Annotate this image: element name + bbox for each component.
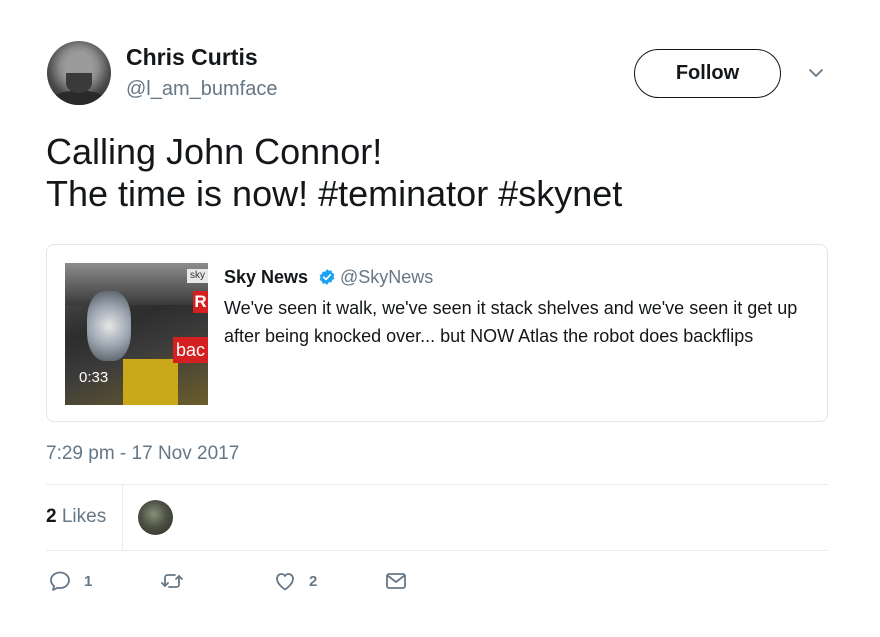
sky-logo: sky <box>187 269 208 283</box>
liker-avatar[interactable] <box>138 500 173 535</box>
envelope-icon <box>386 573 406 589</box>
tweet-text-line-2: The time is now! #teminator #skynet <box>46 173 623 214</box>
stats-divider-bottom <box>46 550 828 551</box>
thumbnail-overlay-text-1: R <box>193 291 208 313</box>
quoted-author-name[interactable]: Sky News <box>224 267 308 288</box>
thumbnail-overlay-text-2: bac <box>173 337 208 363</box>
stats-vertical-divider <box>122 485 123 550</box>
tweet-timestamp[interactable]: 7:29 pm - 17 Nov 2017 <box>46 443 239 465</box>
quoted-author-handle[interactable]: @SkyNews <box>340 267 433 288</box>
thumbnail-yellow-block <box>123 359 178 405</box>
author-avatar[interactable] <box>47 41 111 105</box>
retweet-button[interactable] <box>160 569 196 593</box>
stats-divider-top <box>46 484 828 485</box>
like-button[interactable]: 2 <box>273 569 317 593</box>
reply-button[interactable]: 1 <box>48 569 92 593</box>
heart-icon <box>276 573 294 591</box>
tweet-text-line-1: Calling John Connor! <box>46 131 383 172</box>
likes-number: 2 <box>46 506 57 527</box>
avatar-shirt <box>53 91 105 105</box>
thumbnail-robot <box>87 291 131 361</box>
author-display-name[interactable]: Chris Curtis <box>126 44 258 71</box>
follow-button[interactable]: Follow <box>634 49 781 98</box>
like-count: 2 <box>309 572 318 590</box>
video-duration: 0:33 <box>79 369 109 386</box>
direct-message-button[interactable] <box>384 569 408 593</box>
reply-count: 1 <box>84 572 93 590</box>
reply-icon <box>50 571 70 591</box>
author-handle[interactable]: @l_am_bumface <box>126 78 277 101</box>
quoted-tweet-card[interactable]: sky R bac 0:33 Sky News @SkyNews We've s… <box>46 244 828 422</box>
quoted-video-thumbnail[interactable]: sky R bac 0:33 <box>65 263 208 405</box>
avatar-beard <box>66 73 92 93</box>
tweet-text: Calling John Connor! The time is now! #t… <box>46 131 622 215</box>
likes-label: Likes <box>61 506 107 527</box>
likes-count[interactable]: 2 Likes <box>46 506 106 528</box>
verified-badge-icon <box>319 269 335 285</box>
quoted-tweet-text: We've seen it walk, we've seen it stack … <box>224 298 798 346</box>
chevron-down-icon[interactable] <box>806 63 826 83</box>
retweet-icon <box>161 574 183 588</box>
